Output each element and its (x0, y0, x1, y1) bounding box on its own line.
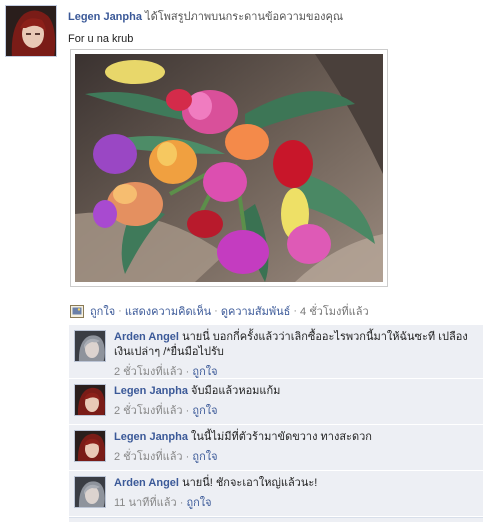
separator: · (214, 305, 218, 317)
separator: · (185, 366, 190, 378)
comment-item: Legen Janpha ในนี้ไม่มีที่ตัวร้ามาขัดขวา… (69, 425, 483, 471)
comment-timestamp[interactable]: 2 ชั่วโมงที่แล้ว (114, 405, 183, 417)
post-author-avatar[interactable] (5, 5, 57, 57)
comment-body: Arden Angel นายนี่! ชักจะเอาใหญ่แล้วนะ! (114, 476, 477, 491)
comment-like-link[interactable]: ถูกใจ (192, 451, 217, 463)
separator: · (293, 305, 298, 317)
tulip-bouquet-image (75, 54, 383, 282)
commenter-avatar[interactable] (74, 384, 106, 416)
see-friendship-link[interactable]: ดูความสัมพันธ์ (221, 302, 291, 320)
post-photo[interactable] (70, 49, 388, 287)
comment-like-link[interactable]: ถูกใจ (192, 366, 217, 378)
comment-box-edge (69, 517, 483, 522)
comment-meta: 2 ชั่วโมงที่แล้ว · ถูกใจ (114, 447, 477, 465)
separator: · (118, 305, 122, 317)
comment-body: Legen Janpha จับมือแล้วหอมแก้ม (114, 384, 477, 399)
comment-timestamp[interactable]: 2 ชั่วโมงที่แล้ว (114, 451, 183, 463)
post-action-bar: ถูกใจ · แสดงความคิดเห็น · ดูความสัมพันธ์… (70, 303, 480, 319)
comment-item: Legen Janpha จับมือแล้วหอมแก้ม 2 ชั่วโมง… (69, 379, 483, 425)
like-link[interactable]: ถูกใจ (90, 302, 115, 320)
commenter-name[interactable]: Arden Angel (114, 331, 179, 343)
commenter-avatar[interactable] (74, 330, 106, 362)
post-header: Legen Janpha ได้โพสรูปภาพบนกระดานข้อความ… (68, 7, 478, 45)
commenter-avatar[interactable] (74, 476, 106, 508)
comment-like-link[interactable]: ถูกใจ (192, 405, 217, 417)
separator: · (185, 405, 190, 417)
comment-item: Arden Angel นายนี่! ชักจะเอาใหญ่แล้วนะ! … (69, 471, 483, 517)
comment-meta: 2 ชั่วโมงที่แล้ว · ถูกใจ (114, 362, 477, 380)
comment-body: Legen Janpha ในนี้ไม่มีที่ตัวร้ามาขัดขวา… (114, 430, 477, 445)
comment-text: ในนี้ไม่มีที่ตัวร้ามาขัดขวาง ทางสะดวก (191, 431, 372, 443)
separator: · (179, 497, 184, 509)
post-author-name[interactable]: Legen Janpha (68, 11, 142, 23)
commenter-name[interactable]: Legen Janpha (114, 385, 188, 397)
post-action-text: ได้โพสรูปภาพบนกระดานข้อความของคุณ (145, 11, 344, 23)
comment-link[interactable]: แสดงความคิดเห็น (125, 302, 211, 320)
comment-like-link[interactable]: ถูกใจ (186, 497, 211, 509)
commenter-name[interactable]: Legen Janpha (114, 431, 188, 443)
comments-list: Arden Angel นายนี่ บอกกี่ครั้งแล้วว่าเลิ… (69, 325, 483, 517)
comment-meta: 2 ชั่วโมงที่แล้ว · ถูกใจ (114, 401, 477, 419)
post-timestamp[interactable]: 4 ชั่วโมงที่แล้ว (300, 302, 369, 320)
commenter-avatar[interactable] (74, 430, 106, 462)
separator: · (185, 451, 190, 463)
comment-item: Arden Angel นายนี่ บอกกี่ครั้งแล้วว่าเลิ… (69, 325, 483, 379)
comment-text: นายนี่! ชักจะเอาใหญ่แล้วนะ! (182, 477, 318, 489)
comment-text: จับมือแล้วหอมแก้ม (191, 385, 281, 397)
comment-timestamp[interactable]: 11 นาทีที่แล้ว (114, 497, 177, 509)
commenter-name[interactable]: Arden Angel (114, 477, 179, 489)
comment-timestamp[interactable]: 2 ชั่วโมงที่แล้ว (114, 366, 183, 378)
photo-post-icon (70, 304, 84, 318)
comment-meta: 11 นาทีที่แล้ว · ถูกใจ (114, 493, 477, 511)
post-message: For u na krub (68, 33, 134, 45)
comment-body: Arden Angel นายนี่ บอกกี่ครั้งแล้วว่าเลิ… (114, 330, 477, 360)
